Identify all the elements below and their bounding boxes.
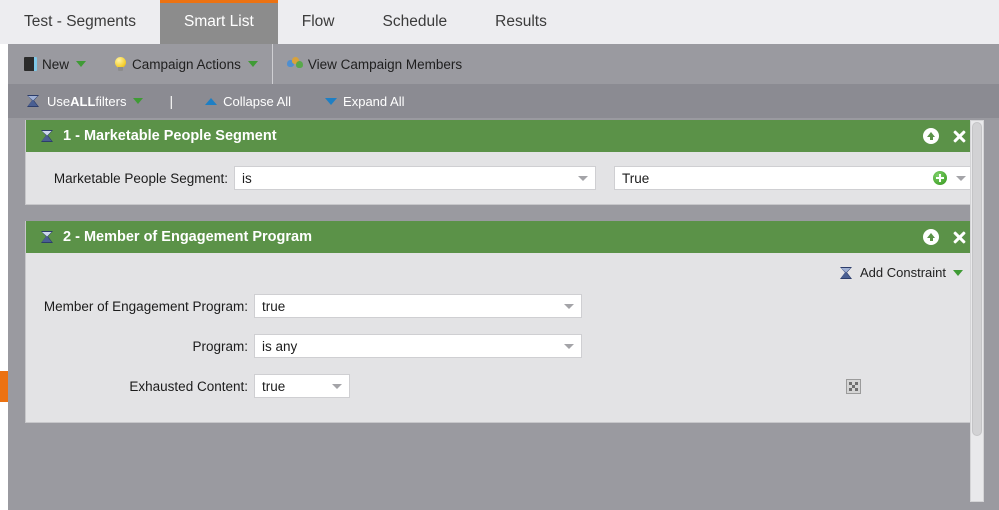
value-text: true xyxy=(262,378,286,394)
chevron-down-icon xyxy=(564,304,574,309)
filter-card-2-header[interactable]: 2 - Member of Engagement Program xyxy=(26,221,979,253)
tab-flow[interactable]: Flow xyxy=(277,0,359,44)
tab-test-segments[interactable]: Test - Segments xyxy=(0,0,160,44)
smart-list-page: Test - Segments Smart List Flow Schedule… xyxy=(0,0,999,510)
chevron-down-icon xyxy=(247,61,258,67)
exhausted-content-dropdown[interactable]: true xyxy=(254,374,350,398)
value-text: is any xyxy=(262,338,298,354)
filter-card-1-body: Marketable People Segment: is True xyxy=(26,152,979,204)
chevron-down-icon xyxy=(76,61,87,67)
tab-label: Test - Segments xyxy=(24,13,136,30)
funnel-icon xyxy=(839,266,854,280)
field-label: Exhausted Content: xyxy=(129,378,248,394)
use-all-filters-bold: ALL xyxy=(70,93,96,109)
field-label: Member of Engagement Program: xyxy=(43,298,248,314)
filter-row-exhausted-content: Exhausted Content: true xyxy=(26,374,979,398)
chevron-down-icon xyxy=(953,269,963,276)
campaign-tab-bar: Test - Segments Smart List Flow Schedule… xyxy=(0,0,999,44)
use-all-filters-button[interactable]: Use ALL filters xyxy=(26,93,144,109)
field-label: Marketable People Segment: xyxy=(53,170,228,186)
filter-card-2: 2 - Member of Engagement Program Add Con… xyxy=(25,221,980,423)
add-constraint-label: Add Constraint xyxy=(860,265,946,280)
chevron-down-icon xyxy=(956,176,966,181)
close-icon[interactable] xyxy=(952,230,967,245)
member-of-engagement-program-dropdown[interactable]: true xyxy=(254,294,582,318)
filter-card-2-title: 2 - Member of Engagement Program xyxy=(63,229,312,245)
campaign-actions-label: Campaign Actions xyxy=(132,56,241,72)
campaign-actions-button[interactable]: Campaign Actions xyxy=(100,44,272,84)
funnel-icon xyxy=(40,230,55,244)
view-campaign-members-label: View Campaign Members xyxy=(307,56,463,72)
chevron-down-icon xyxy=(564,344,574,349)
filter-card-2-body: Add Constraint Member of Engagement Prog… xyxy=(26,253,979,422)
new-button[interactable]: New xyxy=(8,44,100,84)
chevron-down-icon xyxy=(578,176,588,181)
campaign-toolbar: New Campaign Actions View Campaign Membe… xyxy=(8,44,999,84)
people-icon xyxy=(286,57,303,71)
program-dropdown[interactable]: is any xyxy=(254,334,582,358)
value-dropdown[interactable]: True xyxy=(614,166,974,190)
filter-card-1-title: 1 - Marketable People Segment xyxy=(63,128,277,144)
funnel-icon xyxy=(40,129,55,143)
operator-value: is xyxy=(242,170,252,186)
left-panel-toggle-tab[interactable] xyxy=(0,371,8,402)
tab-label: Flow xyxy=(301,13,335,30)
tab-smart-list[interactable]: Smart List xyxy=(160,0,278,44)
expand-all-button[interactable]: Expand All xyxy=(325,94,404,109)
missing-image-icon xyxy=(846,378,861,394)
tab-schedule[interactable]: Schedule xyxy=(358,0,472,44)
filter-row-marketable-people-segment: Marketable People Segment: is True xyxy=(26,166,979,190)
triangle-up-icon xyxy=(205,97,218,105)
tab-results[interactable]: Results xyxy=(471,0,571,44)
new-document-icon xyxy=(24,57,37,71)
add-value-icon[interactable] xyxy=(933,171,947,185)
use-all-filters-suffix: filters xyxy=(95,93,127,109)
vertical-scrollbar[interactable] xyxy=(970,120,984,502)
filter-bar-divider: | xyxy=(169,93,174,109)
smart-list-filter-bar: Use ALL filters | Collapse All Expand Al… xyxy=(8,84,999,118)
move-up-icon[interactable] xyxy=(923,128,939,144)
collapse-all-label: Collapse All xyxy=(223,93,292,109)
tab-label: Smart List xyxy=(184,13,254,30)
field-label: Program: xyxy=(192,338,248,354)
lightbulb-icon xyxy=(114,57,127,71)
left-edge-strip xyxy=(0,84,8,510)
add-constraint-row: Add Constraint xyxy=(26,265,979,280)
tab-label: Schedule xyxy=(382,13,448,30)
tab-label: Results xyxy=(495,13,547,30)
smart-list-canvas: 1 - Marketable People Segment Marketable… xyxy=(8,118,999,510)
add-constraint-button[interactable]: Add Constraint xyxy=(839,265,963,280)
move-up-icon[interactable] xyxy=(923,229,939,245)
funnel-icon xyxy=(26,94,41,108)
triangle-down-icon xyxy=(325,97,338,105)
filter-row-member-of-engagement-program: Member of Engagement Program: true xyxy=(26,294,979,318)
operator-dropdown[interactable]: is xyxy=(234,166,596,190)
filter-row-program: Program: is any xyxy=(26,334,979,358)
new-button-label: New xyxy=(42,56,70,72)
chevron-down-icon xyxy=(332,384,342,389)
scrollbar-thumb[interactable] xyxy=(972,122,982,436)
use-all-filters-prefix: Use xyxy=(47,93,71,109)
chevron-down-icon xyxy=(133,98,144,104)
view-campaign-members-button[interactable]: View Campaign Members xyxy=(273,44,476,84)
expand-all-label: Expand All xyxy=(343,93,405,109)
collapse-all-button[interactable]: Collapse All xyxy=(205,94,291,109)
filter-card-1-header[interactable]: 1 - Marketable People Segment xyxy=(26,120,979,152)
filter-card-1: 1 - Marketable People Segment Marketable… xyxy=(25,120,980,205)
value-text: true xyxy=(262,298,286,314)
value-text: True xyxy=(622,170,650,186)
close-icon[interactable] xyxy=(952,129,967,144)
